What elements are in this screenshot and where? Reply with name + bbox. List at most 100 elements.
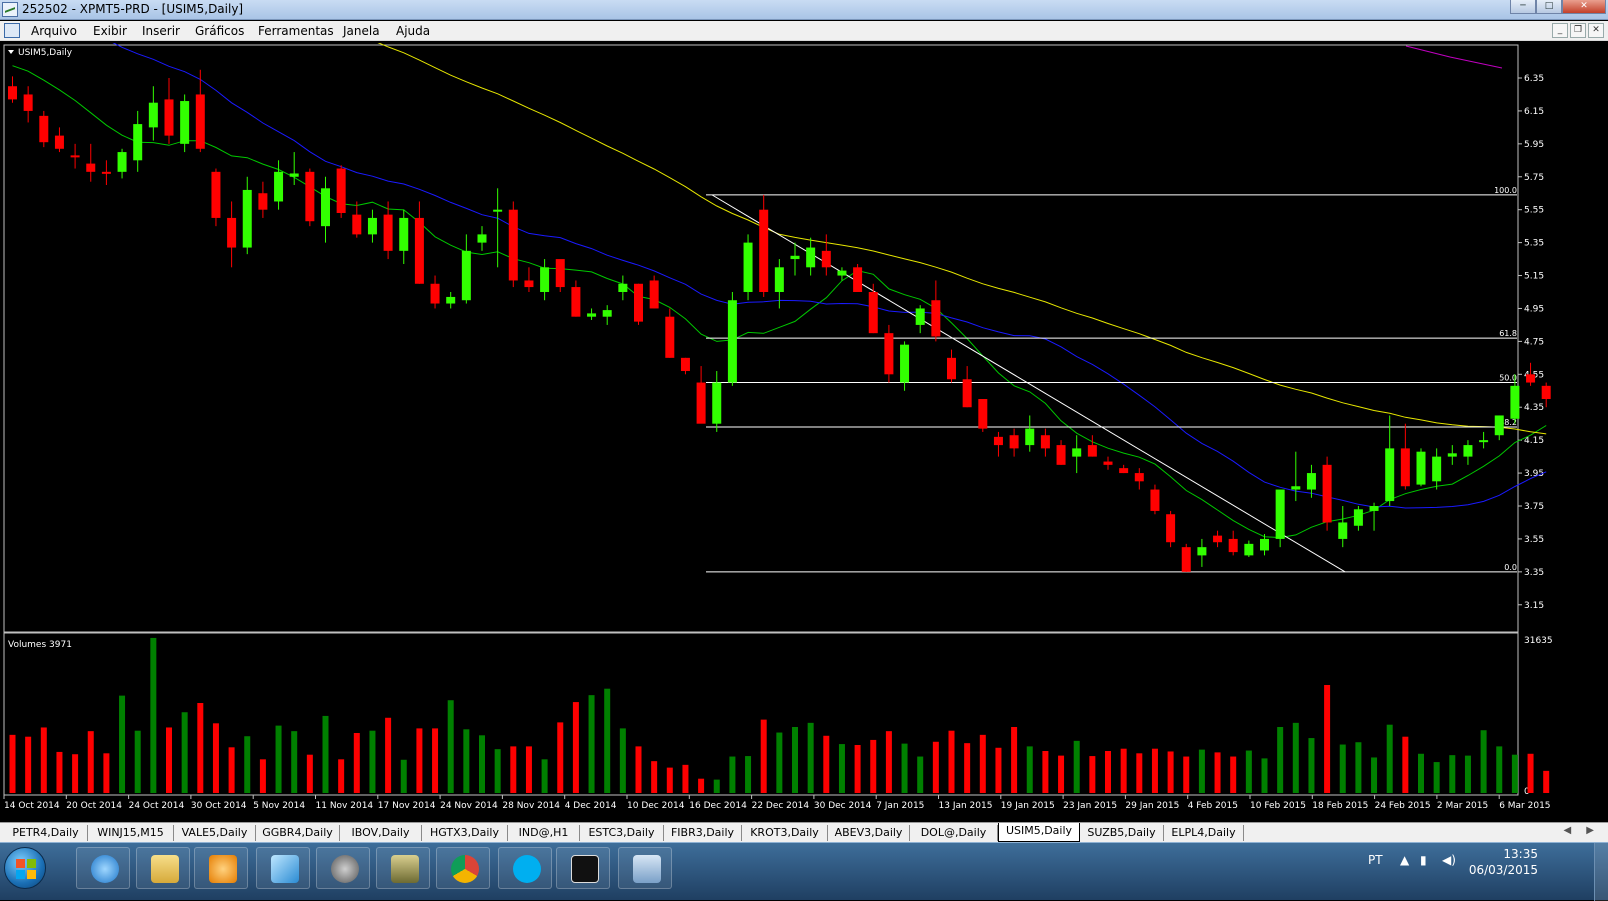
windows-taskbar: PT ▲ ▮ ◀) 13:35 06/03/2015	[0, 842, 1608, 901]
taskbar-media-player[interactable]	[194, 847, 248, 889]
menu-janela[interactable]: Janela	[343, 24, 380, 38]
candle-body	[759, 209, 769, 292]
price-tick-label: 3.75	[1524, 502, 1544, 512]
candle-body	[978, 399, 988, 429]
chart-tab[interactable]: ELPL4,Daily	[1164, 825, 1244, 841]
candle-body	[367, 217, 377, 235]
volume-bar	[1464, 755, 1471, 793]
chart-tab[interactable]: GGBR4,Daily	[256, 825, 340, 841]
date-tick-label: 2 Mar 2015	[1437, 801, 1488, 811]
date-tick-label: 22 Dec 2014	[752, 801, 810, 811]
chart-tab[interactable]: IND@,H1	[508, 825, 580, 841]
maximize-button[interactable]: □	[1536, 0, 1562, 14]
chart-tab[interactable]: KROT3,Daily	[742, 825, 828, 841]
document-chart-icon[interactable]	[4, 23, 20, 38]
volume-bar	[1496, 746, 1503, 793]
volume-bar	[275, 725, 282, 793]
volume-bar	[1245, 750, 1252, 793]
menu-arquivo[interactable]: Arquivo	[31, 24, 77, 38]
volume-bar	[1073, 740, 1080, 793]
volume-bar	[807, 722, 814, 793]
candle-body	[1025, 428, 1035, 446]
taskbar-ie[interactable]	[76, 847, 130, 889]
start-button[interactable]	[4, 847, 46, 889]
candle-body	[133, 124, 143, 161]
mdi-minimize-button[interactable]: _	[1552, 23, 1568, 38]
menu-inserir[interactable]: Inserir	[142, 24, 180, 38]
chart-tab[interactable]: WINJ15,M15	[88, 825, 174, 841]
volume-bar	[1292, 722, 1299, 793]
show-desktop-button[interactable]	[1594, 843, 1608, 901]
chart-tab[interactable]: ABEV3,Daily	[828, 825, 910, 841]
volume-bar	[557, 722, 564, 793]
network-icon[interactable]: ▮	[1420, 853, 1427, 867]
taskbar-hp[interactable]	[316, 847, 370, 889]
volume-bar	[588, 695, 595, 793]
menu-graficos[interactable]: Gráficos	[195, 24, 244, 38]
clock-date[interactable]: 06/03/2015	[1469, 863, 1538, 877]
show-hidden-icons-icon[interactable]: ▲	[1400, 853, 1409, 867]
volume-bar	[1089, 756, 1096, 793]
volume-bar	[525, 746, 532, 793]
price-tick-label: 5.95	[1524, 140, 1544, 150]
taskbar-xp[interactable]	[556, 847, 610, 889]
menu-ferramentas[interactable]: Ferramentas	[258, 24, 334, 38]
date-tick-label: 16 Dec 2014	[689, 801, 747, 811]
taskbar-app-exchange[interactable]	[376, 847, 430, 889]
minimize-button[interactable]: ─	[1510, 0, 1536, 14]
chart-tab[interactable]: HGTX3,Daily	[422, 825, 508, 841]
volume-max-label: 31635	[1524, 636, 1553, 646]
chart-tab[interactable]: PETR4,Daily	[4, 825, 88, 841]
chart-tab[interactable]: DOL@,Daily	[910, 825, 998, 841]
candle-body	[70, 155, 80, 158]
language-indicator[interactable]: PT	[1368, 853, 1383, 867]
volume-bar	[40, 727, 47, 793]
date-tick-label: 14 Oct 2014	[4, 801, 60, 811]
window-controls: ─ □ ✕	[1510, 0, 1606, 14]
mdi-restore-button[interactable]: ❐	[1570, 23, 1586, 38]
volume-bar	[1026, 746, 1033, 793]
collapse-arrow-icon[interactable]	[8, 50, 14, 54]
chart-window[interactable]: USIM5,Daily Volumes 3971 31635 0 6.35 6.1…	[0, 0, 1608, 823]
volume-bar	[447, 700, 454, 793]
chart-tab[interactable]: IBOV,Daily	[340, 825, 422, 841]
volume-bar	[1433, 762, 1440, 793]
close-button[interactable]: ✕	[1562, 0, 1606, 14]
candle-body	[274, 171, 284, 202]
chrome-icon	[451, 855, 479, 883]
menu-exibir[interactable]: Exibir	[93, 24, 127, 38]
volume-bar	[134, 730, 141, 793]
candle-body	[508, 209, 518, 281]
candle-body	[211, 171, 221, 218]
price-chart[interactable]: USIM5,Daily Volumes 3971 31635 0 6.356.1…	[0, 0, 1608, 823]
chart-tab[interactable]: USIM5,Daily	[998, 823, 1080, 842]
volume-icon[interactable]: ◀)	[1442, 853, 1456, 867]
candle-body	[837, 270, 847, 276]
exchange-app-icon	[391, 855, 419, 883]
candle-body	[414, 217, 424, 284]
volume-bar	[713, 779, 720, 793]
taskbar-explorer[interactable]	[136, 847, 190, 889]
date-tick-label: 4 Feb 2015	[1188, 801, 1238, 811]
volume-bar	[353, 733, 360, 793]
menu-ajuda[interactable]: Ajuda	[396, 24, 430, 38]
taskbar-app-arrow[interactable]	[256, 847, 310, 889]
candle-body	[101, 171, 111, 174]
chart-tab[interactable]: SUZB5,Daily	[1080, 825, 1164, 841]
chart-tab[interactable]: ESTC3,Daily	[580, 825, 664, 841]
volume-bar	[1402, 736, 1409, 793]
candle-body	[477, 234, 487, 243]
volume-bar	[760, 719, 767, 793]
chart-tab[interactable]: FIBR3,Daily	[664, 825, 742, 841]
taskbar-skype[interactable]	[498, 847, 552, 889]
mdi-close-button[interactable]: ✕	[1588, 23, 1604, 38]
tab-scroll-arrows[interactable]: ◀ ▶	[1563, 825, 1600, 836]
candle-body	[1541, 385, 1551, 399]
clock-time[interactable]: 13:35	[1503, 847, 1538, 861]
taskbar-chrome[interactable]	[436, 847, 490, 889]
date-tick-label: 20 Oct 2014	[66, 801, 122, 811]
chart-tab[interactable]: VALE5,Daily	[174, 825, 256, 841]
candle-body	[493, 209, 503, 212]
taskbar-metatrader[interactable]	[618, 847, 672, 889]
candle-body	[555, 259, 565, 288]
